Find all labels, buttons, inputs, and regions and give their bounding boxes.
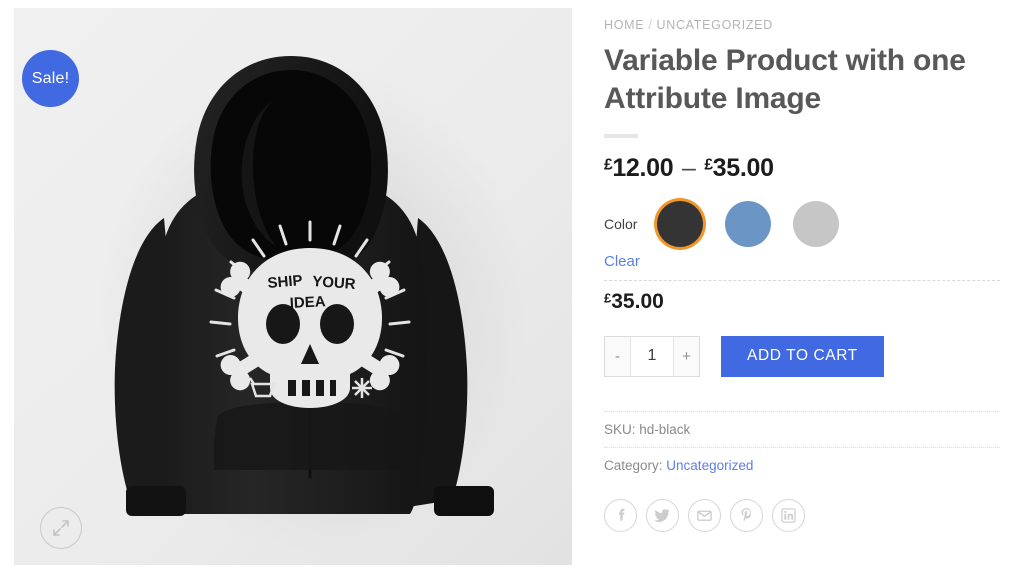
sale-badge: Sale!: [22, 50, 79, 107]
quantity-decrease-button[interactable]: -: [605, 336, 631, 376]
expand-arrows-icon: [53, 520, 69, 536]
breadcrumb-home[interactable]: HOME: [604, 18, 644, 32]
facebook-share-icon[interactable]: [604, 498, 637, 532]
variation-label-color: Color: [604, 215, 638, 232]
clear-selection-link[interactable]: Clear: [604, 253, 640, 270]
linkedin-share-icon[interactable]: [772, 498, 805, 532]
meta-row-category: Category: Uncategorized: [604, 448, 1000, 483]
breadcrumb-separator: /: [648, 18, 653, 32]
product-gallery[interactable]: SHIP YOUR IDEA Sale!: [14, 8, 572, 565]
sku-label: SKU:: [604, 421, 636, 437]
add-to-cart-button[interactable]: Add to cart: [721, 335, 884, 377]
color-swatch-group: [657, 200, 839, 247]
email-share-icon[interactable]: [688, 498, 721, 532]
pinterest-share-icon[interactable]: [730, 498, 763, 532]
quantity-input[interactable]: [631, 336, 673, 376]
product-image[interactable]: SHIP YOUR IDEA: [14, 8, 572, 565]
svg-text:SHIP: SHIP: [267, 272, 303, 292]
cart-row: - + Add to cart: [604, 335, 1000, 377]
zoom-expand-icon[interactable]: [40, 507, 82, 549]
swatch-blue[interactable]: [725, 200, 771, 247]
hoodie-illustration: SHIP YOUR IDEA: [14, 8, 572, 565]
sku-value: hd-black: [639, 421, 691, 437]
meta-row-sku: SKU: hd-black: [604, 412, 1000, 448]
svg-text:IDEA: IDEA: [289, 293, 326, 312]
quantity-increase-button[interactable]: +: [673, 336, 699, 376]
price-range-dash: –: [682, 153, 696, 182]
title-divider: [604, 133, 638, 138]
twitter-icon: [654, 508, 670, 522]
facebook-icon: [618, 508, 624, 521]
breadcrumb-current: UNCATEGORIZED: [656, 18, 774, 32]
page-title: Variable Product with one Attribute Imag…: [604, 44, 966, 115]
pinterest-icon: [741, 508, 751, 522]
social-share-group: [604, 498, 1000, 532]
swatch-black[interactable]: [657, 200, 703, 247]
price-range-max-value: 35.00: [712, 153, 774, 182]
category-link[interactable]: Uncategorized: [666, 458, 753, 473]
selected-price-value: 35.00: [611, 289, 664, 313]
breadcrumb: HOME / UNCATEGORIZED: [604, 18, 1000, 32]
category-label: Category:: [604, 457, 663, 473]
price-range-min-value: 12.00: [612, 153, 674, 182]
email-icon: [697, 510, 712, 521]
svg-text:YOUR: YOUR: [312, 273, 357, 293]
price-range-max-currency: £: [704, 156, 713, 174]
variation-divider: [604, 279, 1000, 281]
selected-variation-price: £35.00: [604, 290, 1000, 314]
twitter-share-icon[interactable]: [646, 498, 679, 532]
quantity-stepper: - +: [604, 335, 700, 377]
variations-form: Color Clear £35.00 - + Add to cart: [604, 197, 1000, 377]
variation-row-color: Color: [604, 197, 1000, 251]
product-summary: HOME / UNCATEGORIZED Variable Product with…: [604, 0, 1000, 577]
swatch-grey[interactable]: [793, 200, 839, 247]
price-range: £12.00 – £35.00: [604, 154, 1000, 183]
product-page: SHIP YOUR IDEA Sale! HOME / UNCATEGORIZE…: [0, 0, 1024, 577]
product-meta: SKU: hd-black Category: Uncategorized: [604, 410, 1000, 483]
linkedin-icon: [781, 507, 796, 523]
